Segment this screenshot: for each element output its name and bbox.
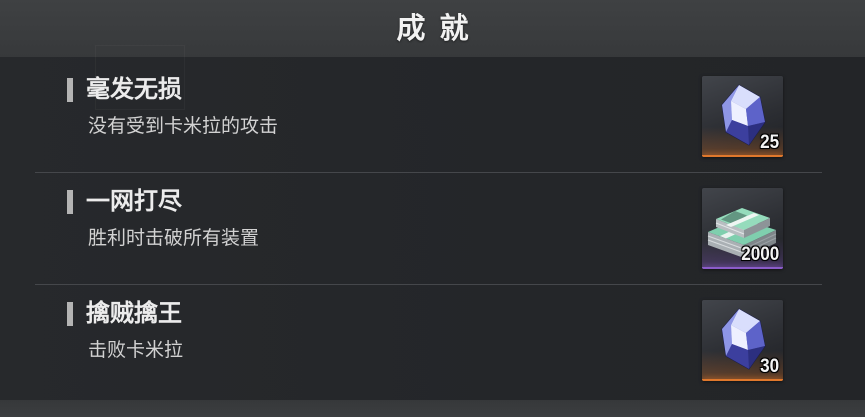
achievement-row: 毫发无损 没有受到卡米拉的攻击 25: [0, 60, 865, 172]
rarity-line: [702, 379, 783, 381]
title-marker: [67, 190, 73, 214]
achievement-list-panel: 毫发无损 没有受到卡米拉的攻击 25 一网打尽 胜利时击破所有装置 2000 擒…: [0, 57, 865, 400]
rarity-line: [702, 155, 783, 157]
rarity-line: [702, 267, 783, 269]
achievement-title: 擒贼擒王: [86, 299, 182, 327]
title-marker: [67, 78, 73, 102]
reward-item[interactable]: 25: [702, 76, 783, 157]
reward-item[interactable]: 2000: [702, 188, 783, 269]
achievements-screen: 成就 毫发无损 没有受到卡米拉的攻击 25 一网打尽 胜利时击破所有装置 200…: [0, 0, 865, 417]
title-marker: [67, 302, 73, 326]
achievement-row: 擒贼擒王 击败卡米拉 30: [0, 284, 865, 396]
reward-count: 2000: [740, 244, 779, 265]
page-title: 成就: [396, 11, 483, 45]
achievement-description: 没有受到卡米拉的攻击: [88, 115, 279, 137]
achievement-description: 胜利时击破所有装置: [88, 227, 260, 249]
reward-count: 30: [759, 356, 779, 377]
achievement-description: 击败卡米拉: [88, 339, 184, 361]
achievement-title: 一网打尽: [86, 187, 182, 215]
reward-count: 25: [759, 132, 779, 153]
reward-item[interactable]: 30: [702, 300, 783, 381]
achievement-title: 毫发无损: [86, 75, 182, 103]
background-strip: [0, 400, 865, 417]
achievement-row: 一网打尽 胜利时击破所有装置 2000: [0, 172, 865, 284]
